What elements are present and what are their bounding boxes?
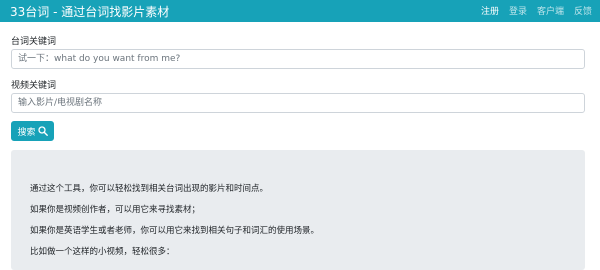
search-icon bbox=[37, 126, 48, 136]
nav-register[interactable]: 注册 bbox=[481, 4, 499, 17]
intro-line-2: 如果你是视频创作者，可以用它来寻找素材； bbox=[30, 205, 201, 215]
search-button-label: 搜索 bbox=[17, 127, 36, 138]
quote-keyword-input[interactable] bbox=[11, 49, 585, 69]
nav-links: 注册 登录 客户端 反馈 bbox=[481, 4, 592, 17]
intro-panel: 通过这个工具，你可以轻松找到相关台词出现的影片和时间点。 如果你是视频创作者，可… bbox=[11, 150, 585, 270]
quote-keyword-label: 台词关键词 bbox=[11, 37, 57, 47]
video-keyword-input[interactable] bbox=[11, 93, 585, 113]
nav-feedback[interactable]: 反馈 bbox=[574, 4, 592, 17]
nav-login[interactable]: 登录 bbox=[509, 4, 527, 17]
video-keyword-label: 视频关键词 bbox=[11, 81, 57, 91]
search-button[interactable]: 搜索 bbox=[11, 121, 54, 141]
site-brand[interactable]: 33台词 - 通过台词找影片素材 bbox=[10, 3, 169, 20]
intro-line-4: 比如做一个这样的小视频，轻松很多： bbox=[30, 247, 175, 257]
navbar: 33台词 - 通过台词找影片素材 注册 登录 客户端 反馈 bbox=[0, 0, 600, 22]
nav-client[interactable]: 客户端 bbox=[537, 4, 564, 17]
intro-line-3: 如果你是英语学生或者老师，你可以用它来找到相关句子和词汇的使用场景。 bbox=[30, 226, 320, 236]
intro-line-1: 通过这个工具，你可以轻松找到相关台词出现的影片和时间点。 bbox=[30, 184, 269, 194]
